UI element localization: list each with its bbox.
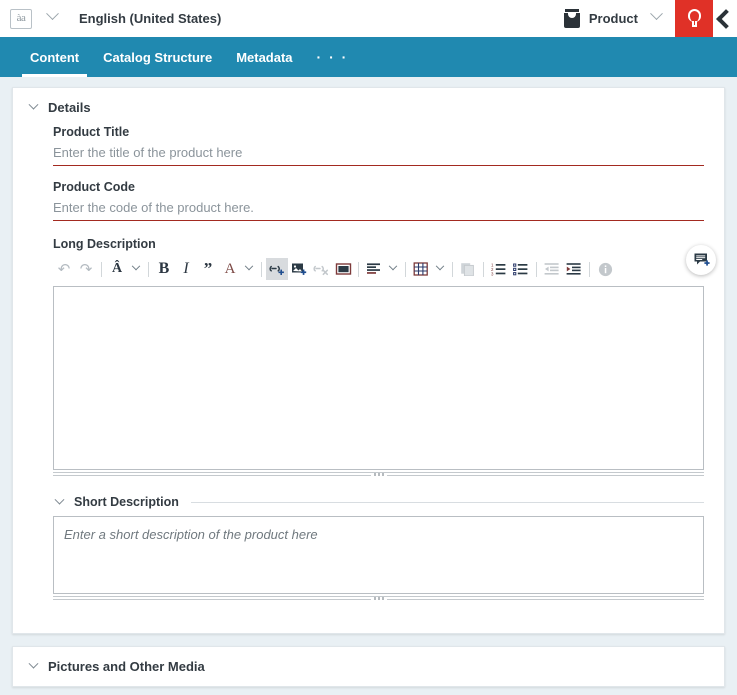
top-bar: àa English (United States) Product bbox=[0, 0, 737, 37]
svg-text:3: 3 bbox=[491, 271, 494, 276]
product-code-label: Product Code bbox=[53, 180, 135, 194]
product-title-label: Product Title bbox=[53, 125, 130, 139]
blockquote-icon[interactable]: ” bbox=[197, 258, 219, 280]
product-title-field-group: Product Title bbox=[13, 125, 724, 166]
font-color-icon[interactable]: A bbox=[219, 258, 241, 280]
tab-content[interactable]: Content bbox=[18, 37, 91, 77]
toolbar-separator bbox=[401, 258, 410, 280]
short-description-group: Short Description Enter a short descript… bbox=[13, 494, 724, 603]
short-description-placeholder: Enter a short description of the product… bbox=[64, 527, 318, 542]
product-label: Product bbox=[588, 11, 638, 26]
field-spacer bbox=[13, 166, 724, 180]
tab-label: Content bbox=[30, 49, 80, 65]
short-description-title: Short Description bbox=[74, 495, 179, 509]
tab-overflow-button[interactable]: · · · bbox=[305, 37, 361, 77]
undo-icon[interactable]: ↶ bbox=[53, 258, 75, 280]
language-dropdown-caret[interactable] bbox=[46, 6, 59, 26]
numbered-list-icon[interactable]: 1 2 3 bbox=[488, 258, 510, 280]
indent-icon[interactable] bbox=[563, 258, 585, 280]
toolbar-separator bbox=[479, 258, 488, 280]
product-icon bbox=[563, 9, 580, 28]
long-description-resize-handle[interactable] bbox=[53, 470, 704, 479]
toolbar-separator bbox=[448, 258, 457, 280]
font-size-icon[interactable]: Â bbox=[106, 258, 128, 280]
content-scroll-area: Details Product Title Product Code Long … bbox=[0, 77, 737, 695]
tab-label: Metadata bbox=[236, 49, 293, 65]
bold-icon[interactable]: B bbox=[153, 258, 175, 280]
lightbulb-icon bbox=[687, 8, 701, 29]
product-dropdown-caret[interactable] bbox=[650, 6, 663, 26]
align-icon[interactable] bbox=[363, 258, 385, 280]
chevron-left-icon[interactable] bbox=[713, 0, 737, 37]
insert-image-icon[interactable] bbox=[288, 258, 310, 280]
outdent-icon[interactable] bbox=[541, 258, 563, 280]
remove-link-icon[interactable] bbox=[310, 258, 332, 280]
redo-icon[interactable]: ↷ bbox=[75, 258, 97, 280]
pictures-and-media-header[interactable]: Pictures and Other Media bbox=[13, 658, 724, 674]
translate-icon[interactable]: àa bbox=[10, 8, 32, 29]
tab-metadata[interactable]: Metadata bbox=[224, 37, 304, 77]
product-code-field-group: Product Code bbox=[13, 180, 724, 221]
paste-icon[interactable] bbox=[457, 258, 479, 280]
pictures-and-media-title: Pictures and Other Media bbox=[48, 659, 205, 674]
toolbar-separator bbox=[532, 258, 541, 280]
lightbulb-button[interactable] bbox=[675, 0, 713, 37]
chevron-down-icon[interactable] bbox=[27, 658, 39, 673]
toolbar-separator bbox=[257, 258, 266, 280]
details-card-header[interactable]: Details bbox=[13, 99, 724, 115]
short-description-header[interactable]: Short Description bbox=[53, 494, 704, 509]
rte-toolbar: ↶ ↷ Â B I ” A 1 2 3 bbox=[53, 257, 704, 281]
align-dropdown-icon[interactable] bbox=[385, 258, 401, 280]
short-description-resize-handle[interactable] bbox=[53, 594, 704, 603]
tab-label: Catalog Structure bbox=[103, 49, 213, 65]
chevron-down-icon[interactable] bbox=[53, 494, 65, 508]
font-color-dropdown-icon[interactable] bbox=[241, 258, 257, 280]
chevron-down-icon[interactable] bbox=[27, 99, 39, 114]
long-description-editor[interactable] bbox=[53, 286, 704, 470]
details-card: Details Product Title Product Code Long … bbox=[12, 87, 725, 634]
short-description-input[interactable]: Enter a short description of the product… bbox=[53, 516, 704, 594]
italic-icon[interactable]: I bbox=[175, 258, 197, 280]
font-size-dropdown-icon[interactable] bbox=[128, 258, 144, 280]
language-label: English (United States) bbox=[79, 11, 222, 26]
long-description-group: Long Description ↶ ↷ Â B I ” A 1 2 3 bbox=[13, 237, 724, 479]
toolbar-separator bbox=[144, 258, 153, 280]
toolbar-separator bbox=[585, 258, 594, 280]
info-icon[interactable] bbox=[594, 258, 616, 280]
add-comment-icon bbox=[694, 253, 710, 266]
toolbar-separator bbox=[354, 258, 363, 280]
top-bar-right: Product bbox=[563, 0, 737, 37]
divider bbox=[190, 501, 704, 503]
table-icon[interactable] bbox=[410, 258, 432, 280]
pictures-and-media-card: Pictures and Other Media bbox=[12, 646, 725, 687]
tab-catalog-structure[interactable]: Catalog Structure bbox=[91, 37, 224, 77]
bulleted-list-icon[interactable] bbox=[510, 258, 532, 280]
product-title-input[interactable] bbox=[53, 143, 704, 166]
long-description-label: Long Description bbox=[53, 237, 156, 251]
toolbar-separator bbox=[97, 258, 106, 280]
add-comment-button[interactable] bbox=[686, 245, 716, 275]
table-dropdown-icon[interactable] bbox=[432, 258, 448, 280]
insert-video-icon[interactable] bbox=[332, 258, 354, 280]
product-code-input[interactable] bbox=[53, 198, 704, 221]
insert-link-icon[interactable] bbox=[266, 258, 288, 280]
tab-bar: Content Catalog Structure Metadata · · · bbox=[0, 37, 737, 77]
details-title: Details bbox=[48, 100, 91, 115]
